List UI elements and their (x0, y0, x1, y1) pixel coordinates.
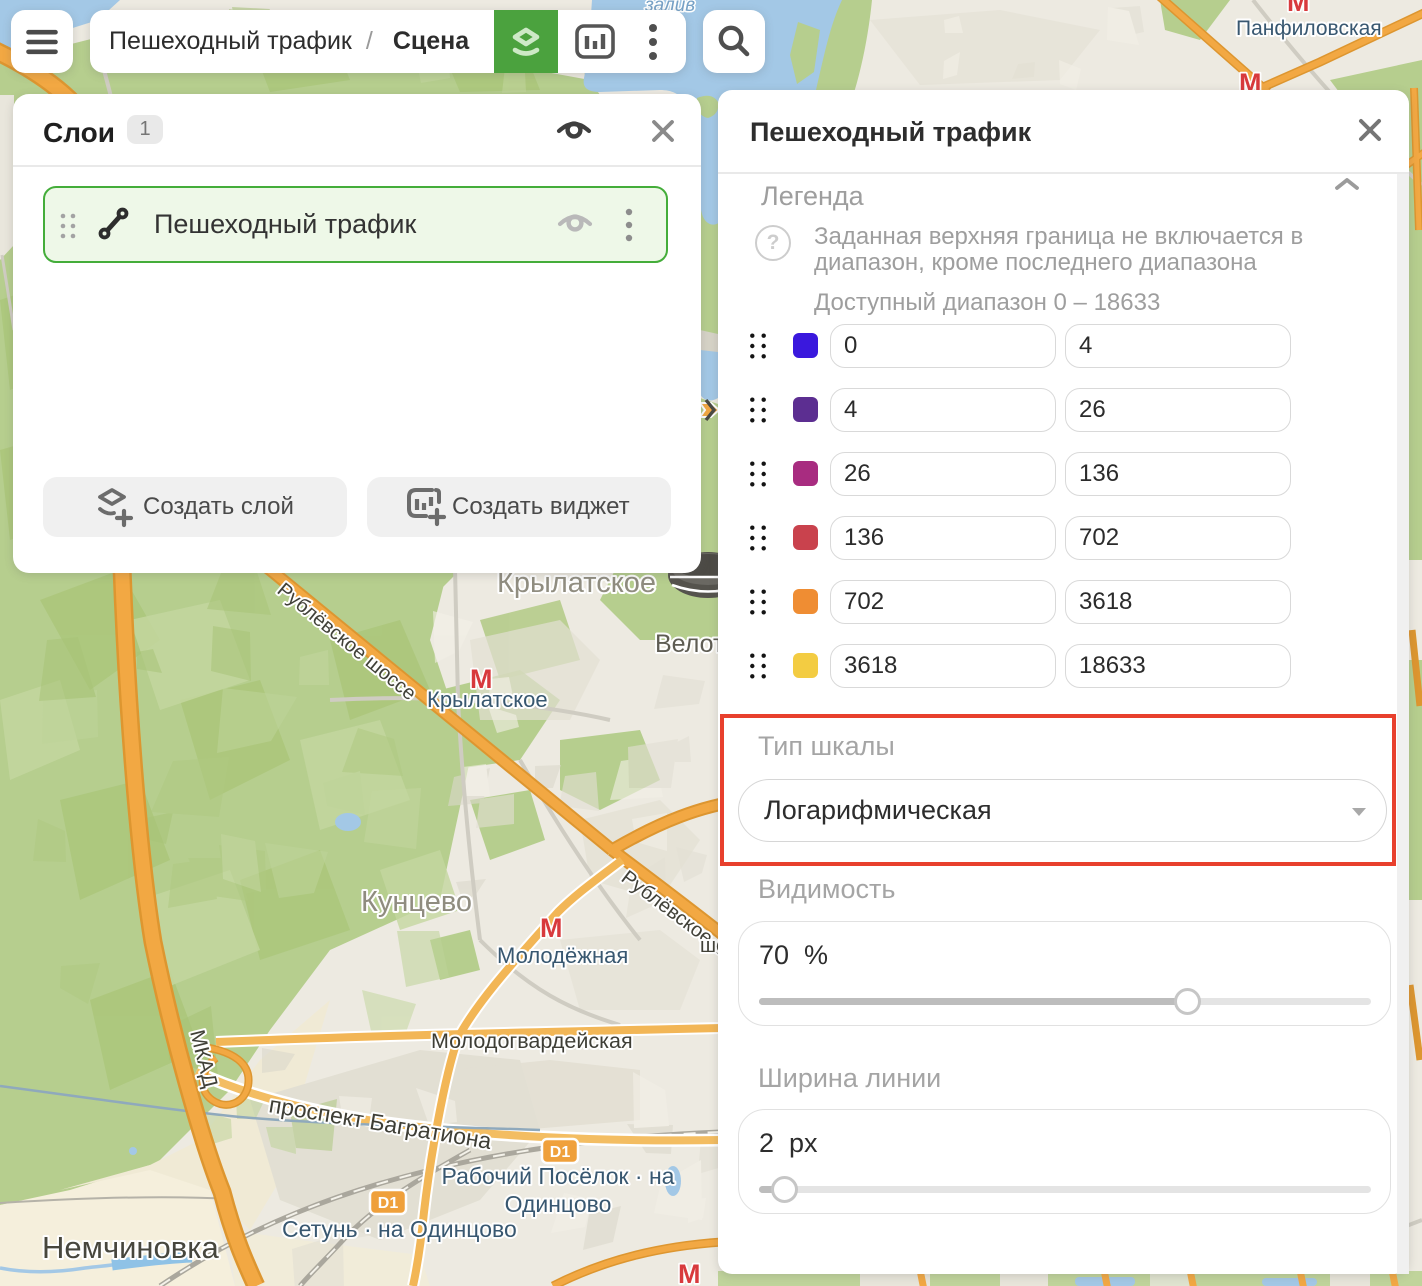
svg-text:D1: D1 (378, 1195, 399, 1212)
svg-text:Одинцово: Одинцово (505, 1191, 612, 1217)
svg-text:М: М (1287, 0, 1310, 17)
svg-text:Молодёжная: Молодёжная (497, 943, 628, 968)
svg-text:Молодогвардейская: Молодогвардейская (431, 1029, 633, 1053)
svg-text:М: М (540, 913, 563, 943)
svg-text:Рабочий Посёлок · на: Рабочий Посёлок · на (442, 1163, 675, 1189)
svg-text:D1: D1 (550, 1144, 571, 1161)
svg-text:М: М (470, 664, 493, 694)
svg-text:М: М (678, 1259, 701, 1286)
svg-text:Кунцево: Кунцево (361, 886, 472, 918)
svg-text:Панфиловская: Панфиловская (1236, 17, 1382, 40)
svg-text:Сетунь · на Одинцово: Сетунь · на Одинцово (282, 1216, 517, 1242)
svg-text:Немчиновка: Немчиновка (42, 1230, 219, 1265)
